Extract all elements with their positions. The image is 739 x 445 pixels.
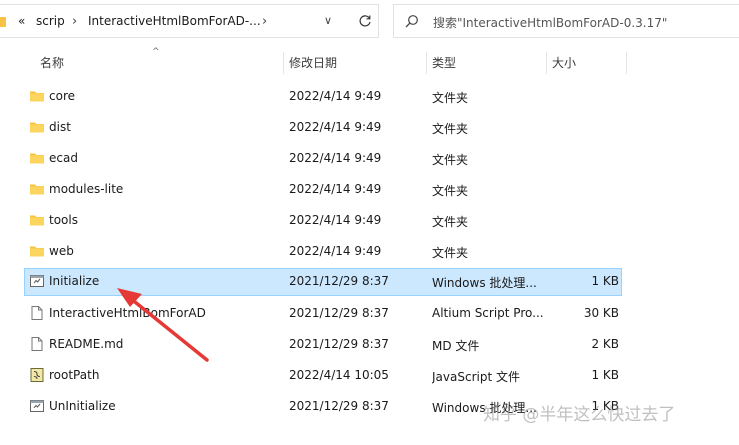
file-row-initialize[interactable]: Initialize 2021/12/29 8:37 Windows 批处理..… — [24, 268, 622, 296]
file-icon — [31, 306, 43, 320]
batch-file-icon — [30, 275, 44, 287]
chevron-right-icon[interactable]: › — [262, 14, 267, 29]
file-name: InteractiveHtmlBomForAD — [49, 306, 206, 320]
watermark: 知乎 @半年这么快过去了 — [483, 405, 676, 425]
file-type: 文件夹 — [432, 184, 469, 198]
chevron-right-icon[interactable]: › — [72, 14, 77, 29]
column-divider[interactable] — [426, 52, 427, 74]
folder-icon — [30, 153, 44, 164]
folder-icon — [30, 215, 44, 226]
file-date: 2022/4/14 9:49 — [289, 244, 382, 258]
file-type: Altium Script Pro... — [432, 306, 544, 320]
file-name: core — [49, 89, 75, 103]
file-type: Windows 批处理... — [432, 276, 537, 290]
breadcrumb-scrip[interactable]: scrip — [36, 14, 65, 28]
column-header-size[interactable]: 大小 — [552, 48, 626, 78]
search-placeholder[interactable]: 搜索"InteractiveHtmlBomForAD-0.3.17" — [433, 14, 667, 31]
folder-icon — [30, 91, 44, 102]
file-type: 文件夹 — [432, 122, 469, 136]
folder-icon — [30, 246, 44, 257]
column-divider[interactable] — [283, 52, 284, 74]
folder-icon — [30, 122, 44, 133]
file-date: 2022/4/14 9:49 — [289, 213, 382, 227]
file-date: 2022/4/14 9:49 — [289, 151, 382, 165]
column-divider[interactable] — [626, 52, 627, 74]
file-type: MD 文件 — [432, 339, 480, 353]
file-type: 文件夹 — [432, 215, 469, 229]
breadcrumb-current-folder[interactable]: InteractiveHtmlBomForAD-... — [88, 14, 261, 28]
file-name: rootPath — [49, 368, 100, 382]
folder-icon — [30, 184, 44, 195]
file-date: 2021/12/29 8:37 — [289, 274, 389, 288]
file-explorer-window: « scrip › InteractiveHtmlBomForAD-... › … — [0, 0, 739, 445]
file-type: JavaScript 文件 — [432, 370, 520, 384]
file-date: 2022/4/14 9:49 — [289, 89, 382, 103]
file-name: tools — [49, 213, 78, 227]
file-name: modules-lite — [49, 182, 124, 196]
column-header-date[interactable]: 修改日期 — [289, 48, 426, 78]
file-row-core[interactable]: core 2022/4/14 9:49 文件夹 — [24, 83, 622, 111]
file-size: 1 KB — [591, 274, 619, 288]
breadcrumb-overflow[interactable]: « — [18, 14, 25, 28]
file-type: 文件夹 — [432, 91, 469, 105]
file-size: 30 KB — [583, 306, 619, 320]
file-row-dist[interactable]: dist 2022/4/14 9:49 文件夹 — [24, 114, 622, 142]
file-date: 2021/12/29 8:37 — [289, 399, 389, 413]
file-date: 2022/4/14 9:49 — [289, 182, 382, 196]
file-name: README.md — [49, 337, 124, 351]
file-name: UnInitialize — [49, 399, 116, 413]
file-size: 2 KB — [591, 337, 619, 351]
file-name: dist — [49, 120, 71, 134]
file-row-rootpath[interactable]: rootPath 2022/4/14 10:05 JavaScript 文件 1… — [24, 362, 622, 390]
file-date: 2022/4/14 9:49 — [289, 120, 382, 134]
file-date: 2022/4/14 10:05 — [289, 368, 389, 382]
file-icon — [31, 337, 43, 351]
file-row-tools[interactable]: tools 2022/4/14 9:49 文件夹 — [24, 207, 622, 235]
file-name: Initialize — [49, 274, 100, 288]
address-bar[interactable]: « scrip › InteractiveHtmlBomForAD-... › … — [0, 4, 379, 38]
batch-file-icon — [30, 400, 44, 412]
search-icon — [405, 15, 418, 28]
column-divider[interactable] — [546, 52, 547, 74]
file-row-interactivehtmlbomforad[interactable]: InteractiveHtmlBomForAD 2021/12/29 8:37 … — [24, 300, 622, 328]
column-header-name[interactable]: 名称 — [40, 48, 283, 78]
refresh-icon[interactable] — [357, 13, 373, 29]
folder-icon — [0, 17, 6, 27]
file-type: 文件夹 — [432, 153, 469, 167]
file-name: ecad — [49, 151, 78, 165]
file-size: 1 KB — [591, 368, 619, 382]
file-row-modules-lite[interactable]: modules-lite 2022/4/14 9:49 文件夹 — [24, 176, 622, 204]
search-box[interactable]: 搜索"InteractiveHtmlBomForAD-0.3.17" — [393, 4, 739, 38]
column-header-type[interactable]: 类型 — [432, 48, 546, 78]
file-row-readme[interactable]: README.md 2021/12/29 8:37 MD 文件 2 KB — [24, 331, 622, 359]
file-date: 2021/12/29 8:37 — [289, 337, 389, 351]
file-row-ecad[interactable]: ecad 2022/4/14 9:49 文件夹 — [24, 145, 622, 173]
chevron-down-icon[interactable]: ∨ — [324, 14, 332, 27]
column-headers: 名称 修改日期 类型 大小 — [0, 48, 739, 78]
file-type: 文件夹 — [432, 246, 469, 260]
file-date: 2021/12/29 8:37 — [289, 306, 389, 320]
file-name: web — [49, 244, 74, 258]
file-row-web[interactable]: web 2022/4/14 9:49 文件夹 — [24, 238, 622, 266]
script-file-icon — [30, 368, 44, 382]
